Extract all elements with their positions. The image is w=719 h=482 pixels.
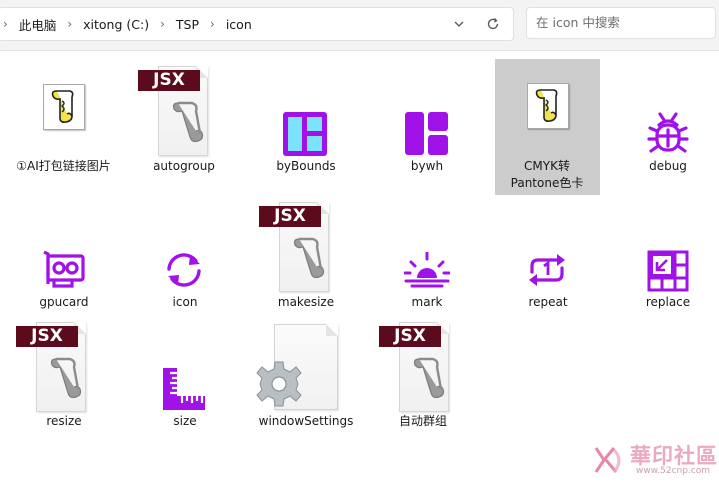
watermark: 華印社區 www.52cnp.com	[590, 437, 718, 482]
breadcrumb-icon[interactable]: icon	[224, 17, 254, 32]
jsx-tag: JSX	[379, 326, 441, 347]
bug-icon	[647, 112, 689, 153]
file-item[interactable]: replace	[620, 200, 716, 318]
file-item-selected[interactable]: CMYK转Pantone色卡	[495, 59, 600, 195]
file-item[interactable]: bywh	[379, 62, 475, 186]
address-toolbar: › 此电脑 › xitong (C:) › TSP › icon	[0, 0, 719, 51]
file-item[interactable]: icon	[137, 200, 233, 318]
file-name: autogroup	[153, 159, 215, 173]
file-item[interactable]: ①AI打包链接图片	[16, 62, 111, 186]
search-box[interactable]	[526, 7, 716, 39]
script-file-icon	[43, 84, 85, 130]
jsx-file-icon: JSX	[138, 66, 208, 156]
file-name: 自动群组	[398, 414, 447, 428]
chevron-right-icon[interactable]: ›	[0, 17, 17, 31]
breadcrumb-tsp[interactable]: TSP	[174, 17, 201, 32]
file-name: bywh	[410, 159, 444, 173]
file-name: windowSettings	[258, 414, 354, 428]
file-item[interactable]: repeat	[500, 200, 596, 318]
search-input[interactable]	[536, 8, 706, 38]
refresh-icon[interactable]	[485, 16, 501, 32]
file-item[interactable]: JSX 自动群组	[377, 320, 477, 438]
file-name: repeat	[528, 295, 568, 309]
watermark-logo-icon	[594, 447, 621, 473]
file-item[interactable]: byBounds	[258, 62, 354, 186]
chevron-right-icon[interactable]: ›	[58, 17, 81, 31]
file-item[interactable]: windowSettings	[256, 320, 356, 438]
file-name: icon	[172, 295, 198, 309]
file-name: resize	[46, 414, 82, 428]
jsx-tag: JSX	[16, 326, 78, 347]
file-item[interactable]: gpucard	[16, 200, 112, 318]
file-name: byBounds	[276, 159, 336, 173]
bounds-icon	[283, 112, 327, 156]
chevron-down-icon[interactable]	[451, 16, 467, 32]
file-name: makesize	[277, 295, 335, 309]
file-item[interactable]: size	[137, 320, 233, 438]
replace-grid-icon	[647, 250, 689, 292]
file-item[interactable]: JSX makesize	[256, 200, 356, 318]
file-name: ①AI打包链接图片	[16, 159, 111, 173]
file-name: debug	[649, 159, 687, 173]
ruler-icon	[163, 368, 205, 410]
file-name: replace	[645, 295, 691, 309]
jsx-file-icon: JSX	[259, 202, 329, 292]
watermark-url: www.52cnp.com	[636, 466, 711, 476]
file-item[interactable]: debug	[620, 62, 716, 186]
gpu-card-icon	[43, 250, 85, 288]
sunrise-icon	[404, 252, 450, 288]
script-file-icon	[527, 83, 569, 129]
chevron-right-icon[interactable]: ›	[201, 17, 224, 31]
jsx-file-icon: JSX	[16, 322, 86, 412]
breadcrumb-drive[interactable]: xitong (C:)	[81, 17, 151, 32]
repeat-one-icon	[529, 254, 565, 286]
layout-icon	[405, 112, 448, 155]
jsx-file-icon: JSX	[379, 322, 449, 412]
file-item[interactable]: JSX autogroup	[135, 62, 233, 186]
file-name: mark	[411, 295, 443, 309]
chevron-right-icon[interactable]: ›	[151, 17, 174, 31]
file-name: gpucard	[39, 295, 89, 309]
file-name: CMYK转Pantone色卡	[510, 159, 584, 190]
refresh-icon	[167, 253, 201, 287]
jsx-tag: JSX	[259, 206, 321, 227]
jsx-tag: JSX	[138, 70, 200, 91]
address-bar[interactable]: › 此电脑 › xitong (C:) › TSP › icon	[0, 7, 514, 41]
file-item[interactable]: mark	[379, 200, 475, 318]
file-name: size	[173, 414, 197, 428]
breadcrumb-this-pc[interactable]: 此电脑	[17, 15, 59, 34]
file-item[interactable]: JSX resize	[14, 320, 114, 438]
gear-icon	[256, 361, 302, 407]
